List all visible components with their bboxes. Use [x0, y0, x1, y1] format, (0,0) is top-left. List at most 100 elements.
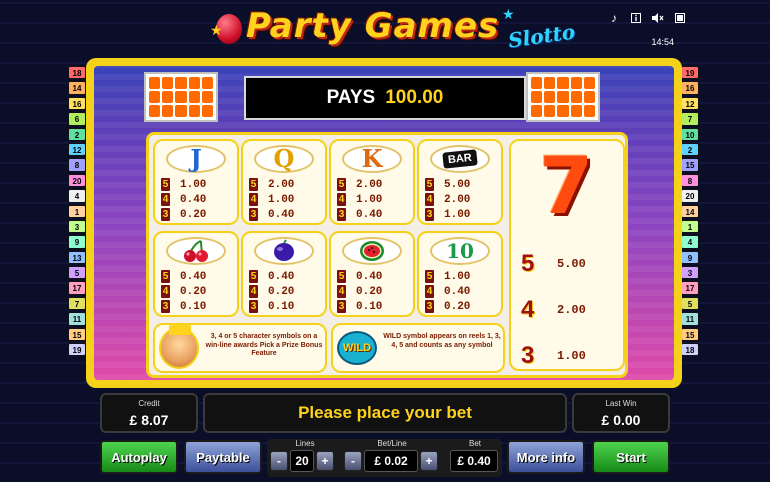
payline-number-right[interactable]: 17 — [681, 281, 699, 295]
payline-number-left[interactable]: 7 — [68, 296, 86, 311]
mini-reel-cell — [570, 105, 582, 117]
payline-number-right[interactable]: 12 — [681, 96, 699, 111]
bar-symbol-icon: BAR — [430, 145, 490, 173]
payline-number-left[interactable]: 9 — [68, 235, 86, 249]
lines-value: 20 — [290, 450, 314, 472]
betline-label: Bet/Line — [377, 439, 407, 448]
mini-reel-cell — [570, 91, 582, 103]
wild-info-text: WILD symbol appears on reels 1, 3, 4, 5 … — [383, 333, 501, 349]
character-info-card: 3, 4 or 5 character symbols on a win-lin… — [153, 323, 327, 373]
payline-number-left[interactable]: 13 — [68, 250, 86, 265]
last-win-value: £ 0.00 — [601, 412, 641, 428]
payline-number-left[interactable]: 2 — [68, 127, 86, 141]
payline-number-right[interactable]: 10 — [681, 127, 699, 141]
credit-panel: Credit £ 8.07 — [100, 393, 198, 433]
paytable-button[interactable]: Paytable — [184, 440, 262, 474]
paytable-card-plum: 5 0.40 4 0.20 3 0.10 — [241, 231, 327, 317]
payline-number-right[interactable]: 9 — [681, 250, 699, 265]
payline-number-left[interactable]: 11 — [68, 312, 86, 326]
payline-number-left[interactable]: 12 — [68, 142, 86, 157]
paytable-card-bar: BAR 5 5.00 4 2.00 3 1.00 — [417, 139, 503, 225]
payline-number-right[interactable]: 4 — [681, 235, 699, 249]
payline-number-right[interactable]: 2 — [681, 142, 699, 157]
mini-reel-cell — [531, 105, 543, 117]
payline-number-left[interactable]: 8 — [68, 158, 86, 172]
mini-reel-cell — [531, 77, 543, 89]
payline-number-left[interactable]: 20 — [68, 173, 86, 188]
payline-number-right[interactable]: 7 — [681, 112, 699, 126]
payline-number-right[interactable]: 15 — [681, 158, 699, 172]
payline-number-right[interactable]: 20 — [681, 189, 699, 203]
more-info-button[interactable]: More info — [507, 440, 585, 474]
last-win-panel: Last Win £ 0.00 — [572, 393, 670, 433]
payline-number-left[interactable]: 18 — [68, 66, 86, 80]
mini-reel-cell — [188, 105, 200, 117]
seven-symbol-icon: 7 — [539, 142, 594, 232]
last-win-label: Last Win — [605, 399, 637, 408]
payline-number-right[interactable]: 16 — [681, 81, 699, 95]
reel-frame: PAYS 100.00 J 5 1.00 4 0.40 3 0.20 Q 5 2.00 … — [86, 58, 682, 388]
payline-number-right[interactable]: 8 — [681, 173, 699, 188]
mini-reel-cell — [149, 91, 161, 103]
clock: 14:54 — [651, 37, 674, 47]
payline-number-right[interactable]: 15 — [681, 327, 699, 342]
mini-reels-right — [526, 72, 600, 122]
mini-reel-cell — [570, 77, 582, 89]
mini-reel-cell — [188, 91, 200, 103]
payline-number-right[interactable]: 5 — [681, 296, 699, 311]
payline-number-left[interactable]: 3 — [68, 219, 86, 234]
payline-number-left[interactable]: 6 — [68, 112, 86, 126]
logo-subtitle: Slotto — [506, 19, 577, 53]
mini-reel-cell — [188, 77, 200, 89]
lines-label: Lines — [295, 439, 315, 448]
payline-number-right[interactable]: 1 — [681, 219, 699, 234]
paytable-card-j: J 5 1.00 4 0.40 3 0.20 — [153, 139, 239, 225]
music-note-icon[interactable]: ♪ — [608, 11, 620, 25]
payline-number-right[interactable]: 11 — [681, 312, 699, 326]
credit-value: £ 8.07 — [129, 412, 169, 428]
paytable-card-watermelon: 5 0.40 4 0.20 3 0.10 — [329, 231, 415, 317]
payline-number-right[interactable]: 14 — [681, 204, 699, 218]
character-icon — [159, 325, 199, 369]
mini-reel-cell — [201, 105, 213, 117]
payline-number-left[interactable]: 16 — [68, 96, 86, 111]
watermelon-icon — [342, 237, 402, 265]
payline-number-left[interactable]: 4 — [68, 189, 86, 203]
payline-number-left[interactable]: 19 — [68, 343, 86, 357]
payline-number-left[interactable]: 15 — [68, 327, 86, 342]
logo-title: Party Games — [246, 6, 500, 46]
mini-reel-cell — [201, 91, 213, 103]
bet-value: £ 0.40 — [450, 450, 498, 472]
speaker-mute-icon[interactable] — [652, 12, 664, 24]
paytable-card-ten: 10 5 1.00 4 0.40 3 0.20 — [417, 231, 503, 317]
mini-reel-cell — [583, 91, 595, 103]
lines-plus-button[interactable]: + — [316, 451, 334, 471]
wild-info-card: WILD WILD symbol appears on reels 1, 3, … — [331, 323, 505, 373]
payline-number-left[interactable]: 1 — [68, 204, 86, 218]
payline-number-right[interactable]: 3 — [681, 266, 699, 280]
autoplay-button[interactable]: Autoplay — [100, 440, 178, 474]
mini-reel-cell — [583, 77, 595, 89]
start-button[interactable]: Start — [592, 440, 670, 474]
mini-reel-cell — [583, 105, 595, 117]
betline-plus-button[interactable]: + — [420, 451, 438, 471]
payline-number-right[interactable]: 18 — [681, 343, 699, 357]
payline-number-left[interactable]: 17 — [68, 281, 86, 295]
bet-label: Bet — [468, 439, 481, 448]
betline-minus-button[interactable]: - — [344, 451, 362, 471]
payline-number-left[interactable]: 5 — [68, 266, 86, 280]
mini-reel-cell — [162, 105, 174, 117]
credit-label: Credit — [138, 399, 160, 408]
fullscreen-icon[interactable] — [674, 12, 686, 24]
mini-reel-cell — [162, 91, 174, 103]
betline-value: £ 0.02 — [364, 450, 418, 472]
wild-icon: WILD — [337, 331, 377, 365]
lines-minus-button[interactable]: - — [270, 451, 288, 471]
info-icon[interactable] — [630, 12, 642, 24]
paytable-card-cherry: 5 0.40 4 0.20 3 0.10 — [153, 231, 239, 317]
mini-reel-cell — [557, 77, 569, 89]
ten-symbol-icon: 10 — [430, 237, 490, 265]
payline-number-left[interactable]: 14 — [68, 81, 86, 95]
payline-number-right[interactable]: 19 — [681, 66, 699, 80]
mini-reel-cell — [175, 105, 187, 117]
